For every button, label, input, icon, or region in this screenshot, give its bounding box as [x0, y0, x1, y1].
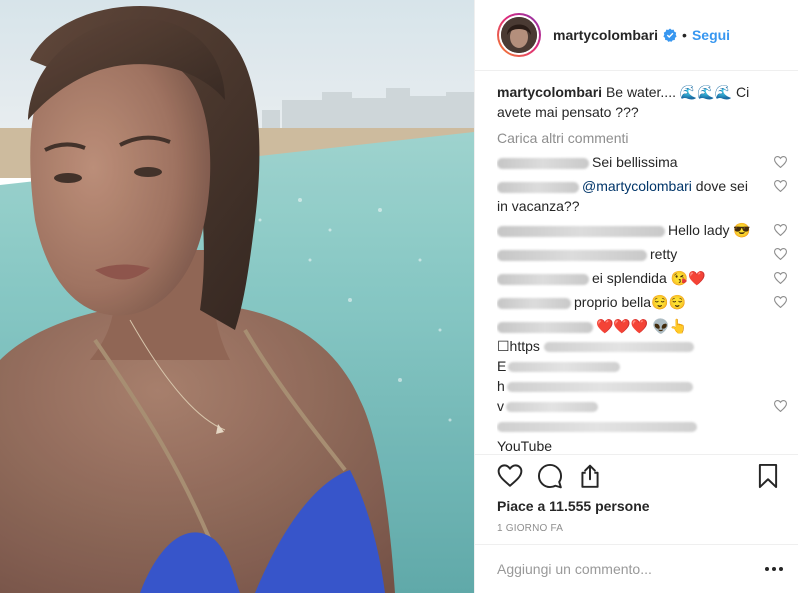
post-caption: martycolombari Be water.... 🌊🌊🌊 Ci avete…	[497, 82, 793, 122]
comment-link-blurred[interactable]	[543, 342, 694, 353]
comment-text: ei splendida 😘❤️	[592, 270, 706, 286]
header-username[interactable]: martycolombari	[553, 27, 658, 43]
comment-item: YouTube	[497, 436, 793, 454]
comment-heart-icon[interactable]	[774, 248, 787, 260]
comment-item: Sei bellissima	[497, 152, 793, 172]
comment-icon[interactable]	[537, 463, 563, 489]
comment-username-blurred[interactable]	[497, 249, 647, 261]
instagram-post: martycolombari • Segui martycolombari Be…	[0, 0, 798, 593]
comment-text: ❤️❤️❤️ 👽👆	[596, 318, 688, 334]
comment-text: Hello lady 😎	[668, 222, 751, 238]
comment-text: proprio bella😌😌	[574, 294, 686, 310]
post-photo[interactable]	[0, 0, 474, 593]
post-timestamp[interactable]: 1 GIORNO FA	[497, 523, 563, 534]
more-options-icon[interactable]	[765, 567, 783, 571]
comment-text: retty	[650, 246, 678, 262]
comment-link-blurred[interactable]	[506, 382, 693, 393]
comment-heart-icon[interactable]	[774, 400, 787, 412]
comment-item: retty	[497, 244, 793, 264]
comments-list[interactable]: martycolombari Be water.... 🌊🌊🌊 Ci avete…	[497, 82, 793, 454]
comment-heart-icon[interactable]	[774, 156, 787, 168]
photo-image	[0, 0, 474, 593]
comment-text: ☐https	[497, 338, 540, 354]
avatar[interactable]	[497, 13, 541, 57]
comment-heart-icon[interactable]	[774, 224, 787, 236]
comment-item: v	[497, 396, 793, 416]
likes-count[interactable]: Piace a 11.555 persone	[497, 498, 650, 514]
load-more-comments-button[interactable]: Carica altri commenti	[497, 128, 793, 148]
comment-text: Sei bellissima	[592, 154, 678, 170]
caption-username[interactable]: martycolombari	[497, 84, 602, 100]
comment-text-blurred	[497, 422, 697, 433]
comment-username-blurred[interactable]	[497, 225, 665, 237]
comment-text: v	[497, 398, 504, 414]
comment-username-blurred[interactable]	[497, 297, 571, 309]
comment-username-blurred[interactable]	[497, 273, 589, 285]
post-side-panel: martycolombari • Segui martycolombari Be…	[474, 0, 798, 593]
comment-item: ☐https	[497, 336, 793, 356]
comment-item: proprio bella😌😌	[497, 292, 793, 312]
add-comment-bar	[475, 544, 798, 593]
comment-mention[interactable]: @martycolombari	[582, 178, 692, 194]
comment-text: E	[497, 358, 507, 374]
comment-item	[497, 416, 793, 436]
separator-dot: •	[682, 27, 687, 43]
share-icon[interactable]	[577, 463, 603, 489]
comment-heart-icon[interactable]	[774, 180, 787, 192]
comment-heart-icon[interactable]	[774, 272, 787, 284]
comment-text: YouTube	[497, 438, 553, 454]
comment-text: h	[497, 378, 505, 394]
comment-item: h	[497, 376, 793, 396]
comment-username-blurred[interactable]	[497, 321, 593, 333]
comment-input[interactable]	[497, 561, 737, 577]
verified-badge-icon	[663, 28, 677, 42]
comment-item: E	[497, 356, 793, 376]
comment-item: ei splendida 😘❤️	[497, 268, 793, 288]
comment-username-blurred[interactable]	[497, 157, 589, 169]
comment-item: Hello lady 😎	[497, 220, 793, 240]
comment-text-blurred	[508, 362, 621, 373]
comment-item: ❤️❤️❤️ 👽👆	[497, 316, 793, 336]
heart-icon[interactable]	[497, 463, 523, 489]
comment-text-blurred	[506, 402, 598, 413]
post-actions-bar: Piace a 11.555 persone 1 GIORNO FA	[475, 454, 798, 544]
bookmark-icon[interactable]	[755, 463, 781, 489]
follow-button[interactable]: Segui	[692, 27, 730, 43]
comment-item: @martycolombari dove sei in vacanza??	[497, 176, 793, 216]
comment-heart-icon[interactable]	[774, 296, 787, 308]
comment-username-blurred[interactable]	[497, 181, 579, 193]
post-header: martycolombari • Segui	[475, 0, 798, 71]
